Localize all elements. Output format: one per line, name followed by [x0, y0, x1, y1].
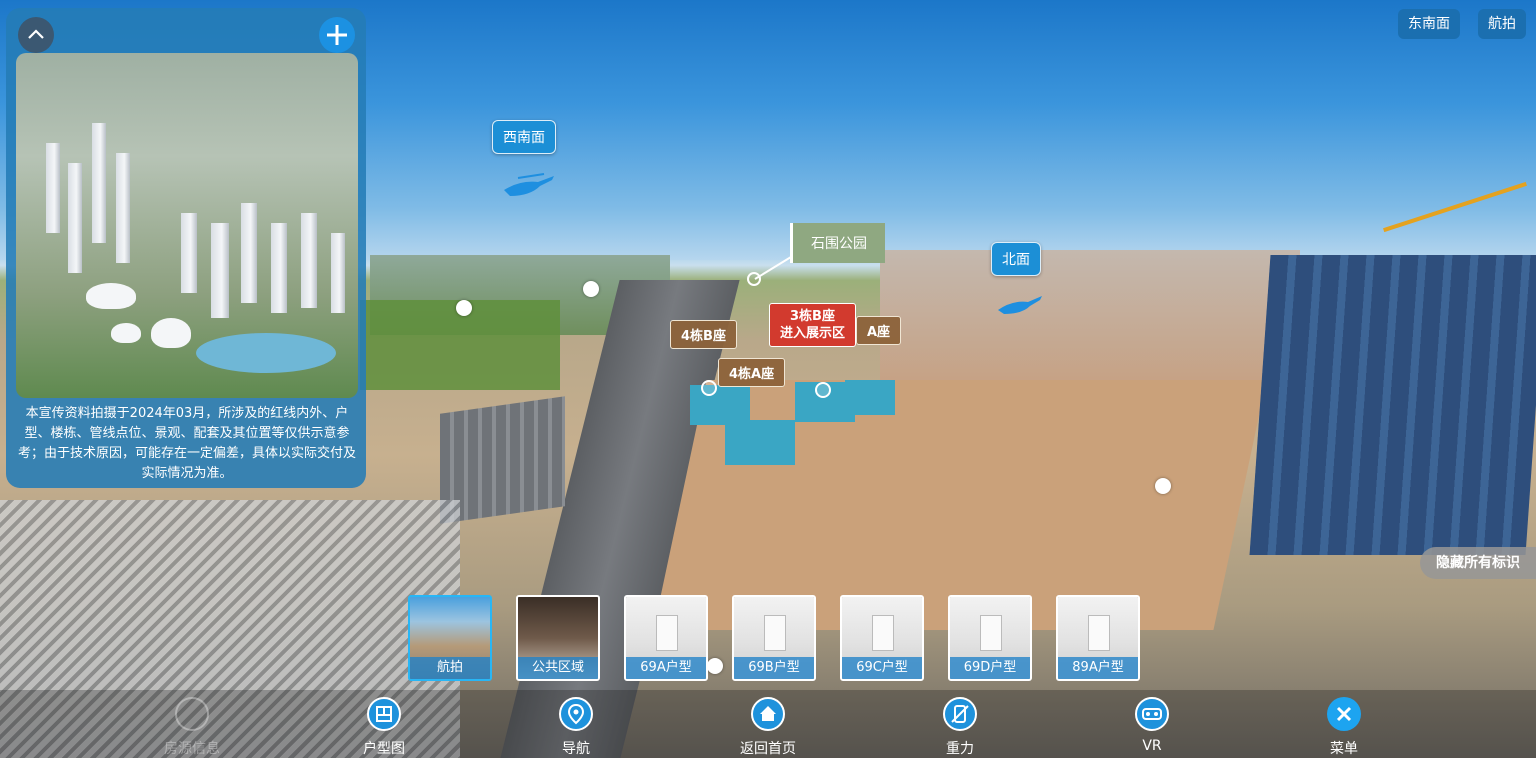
- nav-label: 返回首页: [740, 741, 796, 757]
- hotspot-dot[interactable]: [707, 658, 723, 674]
- nav-label: 房源信息: [164, 741, 220, 757]
- home-icon: [751, 697, 785, 731]
- hotspot-3b-subtitle: 进入展示区: [780, 326, 846, 341]
- thumbnail-label: 航拍: [410, 657, 490, 679]
- hotspot-building-3b-showroom[interactable]: 3栋B座 进入展示区: [769, 303, 857, 347]
- thumbnail-label: 69B户型: [734, 657, 814, 679]
- plus-icon: [327, 25, 347, 45]
- nav-label: 户型图: [363, 741, 405, 757]
- hotspot-dot[interactable]: [456, 300, 472, 316]
- thumbnail-89a[interactable]: 89A户型: [1056, 595, 1140, 681]
- southeast-view-button[interactable]: 东南面: [1398, 9, 1460, 39]
- info-icon: [175, 697, 209, 731]
- thumbnail-label: 69D户型: [950, 657, 1030, 679]
- nav-label: 导航: [562, 741, 590, 757]
- highrise-towers: [1249, 255, 1536, 555]
- project-rendering-image[interactable]: [16, 53, 358, 398]
- hotspot-3b-title: 3栋B座: [790, 309, 835, 324]
- thumbnail-69d[interactable]: 69D户型: [948, 595, 1032, 681]
- hotspot-building-4b[interactable]: 4栋B座: [670, 320, 737, 349]
- info-panel: 本宣传资料拍摄于2024年03月，所涉及的红线内外、户型、楼栋、管线点位、景观、…: [6, 8, 366, 488]
- thumbnail-label: 69A户型: [626, 657, 706, 679]
- building-block: [725, 420, 795, 465]
- nav-label: 重力: [946, 741, 974, 757]
- nav-menu[interactable]: 菜单: [1294, 697, 1394, 758]
- thumbnail-label: 69C户型: [842, 657, 922, 679]
- thumbnail-label: 89A户型: [1058, 657, 1138, 679]
- nav-floor-plan[interactable]: 户型图: [334, 697, 434, 758]
- thumbnail-label: 公共区域: [518, 657, 598, 679]
- vr-headset-icon: [1135, 697, 1169, 731]
- thumbnail-69c[interactable]: 69C户型: [840, 595, 924, 681]
- nav-vr[interactable]: VR: [1102, 697, 1202, 754]
- building-block: [845, 380, 895, 415]
- nav-gravity[interactable]: 重力: [910, 697, 1010, 758]
- hide-all-markers-button[interactable]: 隐藏所有标识: [1420, 547, 1536, 579]
- location-pin-icon: [559, 697, 593, 731]
- hotspot-north[interactable]: 北面: [991, 242, 1041, 276]
- chevron-up-icon: [28, 29, 44, 39]
- nav-source-info[interactable]: 房源信息: [142, 697, 242, 758]
- nav-home[interactable]: 返回首页: [718, 697, 818, 758]
- thumbnail-aerial[interactable]: 航拍: [408, 595, 492, 681]
- hotspot-ring[interactable]: [815, 382, 831, 398]
- collapse-panel-button[interactable]: [18, 17, 54, 53]
- gravity-icon: [943, 697, 977, 731]
- nav-label: VR: [1142, 738, 1162, 754]
- nav-label: 菜单: [1330, 741, 1358, 757]
- expand-panel-button[interactable]: [319, 17, 355, 53]
- park-leader-line: [747, 256, 792, 286]
- hotspot-dot[interactable]: [583, 281, 599, 297]
- thumbnail-public-area[interactable]: 公共区域: [516, 595, 600, 681]
- floor-plan-icon: [367, 697, 401, 731]
- helicopter-icon[interactable]: [994, 292, 1046, 320]
- building-block: [690, 385, 750, 425]
- hotspot-building-4a[interactable]: 4栋A座: [718, 358, 786, 387]
- nav-navigate[interactable]: 导航: [526, 697, 626, 758]
- hotspot-dot[interactable]: [1155, 478, 1171, 494]
- hotspot-southwest[interactable]: 西南面: [492, 120, 556, 154]
- disclaimer-text: 本宣传资料拍摄于2024年03月，所涉及的红线内外、户型、楼栋、管线点位、景观、…: [17, 406, 356, 481]
- helicopter-icon[interactable]: [500, 170, 558, 202]
- hotspot-ring[interactable]: [701, 380, 717, 396]
- thumbnail-69b[interactable]: 69B户型: [732, 595, 816, 681]
- hotspot-building-3a[interactable]: A座: [856, 316, 902, 345]
- close-icon: [1327, 697, 1361, 731]
- thumbnail-69a[interactable]: 69A户型: [624, 595, 708, 681]
- aerial-view-button[interactable]: 航拍: [1478, 9, 1526, 39]
- hotspot-park[interactable]: 石围公园: [790, 223, 885, 263]
